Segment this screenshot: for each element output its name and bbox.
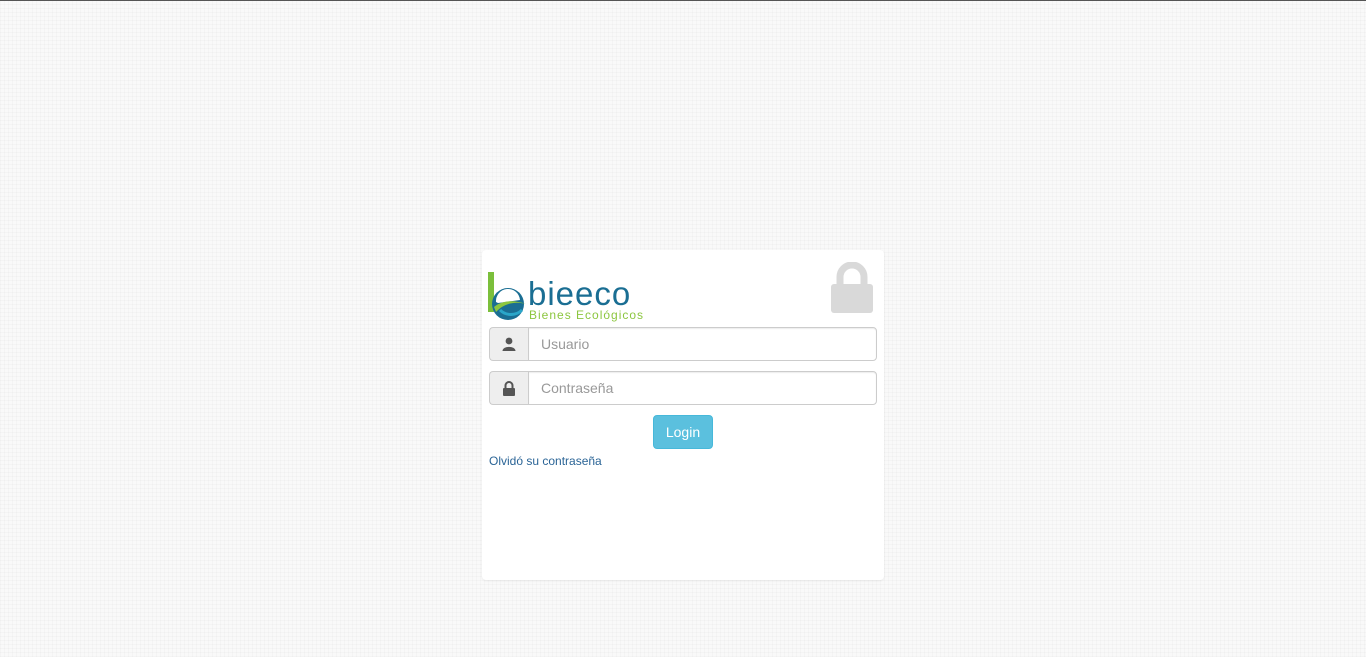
padlock-icon (489, 371, 528, 405)
password-group (489, 371, 877, 405)
lock-icon (830, 261, 874, 314)
username-input[interactable] (528, 327, 877, 361)
logo-tagline: Bienes Ecológicos (529, 308, 644, 322)
password-input[interactable] (528, 371, 877, 405)
bieeco-logo: bieeco Bienes Ecológicos (488, 270, 673, 325)
login-button[interactable]: Login (653, 415, 713, 449)
username-group (489, 327, 877, 361)
login-panel: bieeco Bienes Ecológicos Login Olvidó su (482, 250, 884, 580)
top-border (0, 0, 1366, 1)
logo-wordmark: bieeco (528, 275, 631, 312)
forgot-password-link[interactable]: Olvidó su contraseña (489, 454, 602, 468)
user-icon (489, 327, 528, 361)
